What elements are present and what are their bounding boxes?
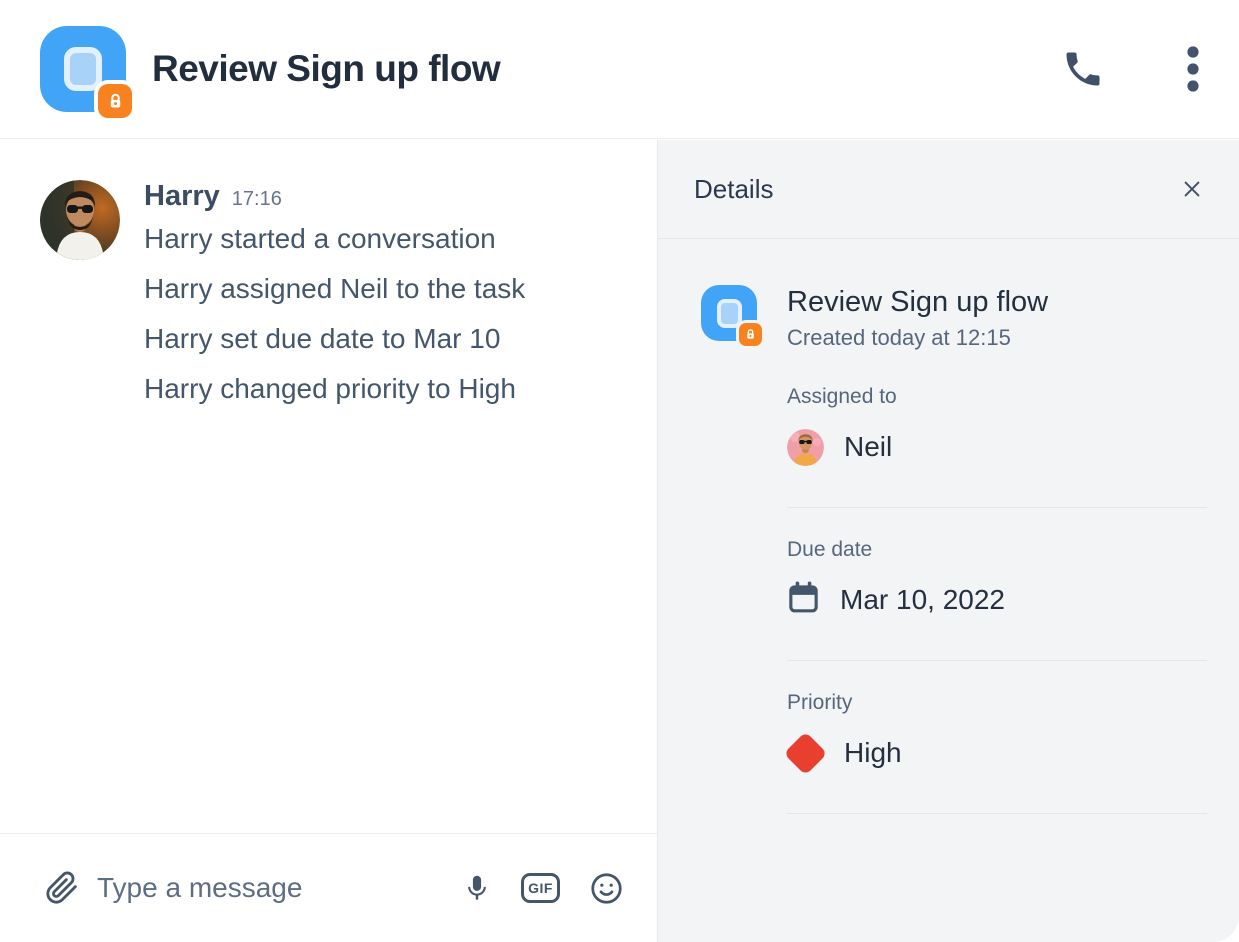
priority-value: High	[844, 737, 902, 769]
lock-badge-icon	[739, 323, 762, 346]
phone-icon[interactable]	[1061, 47, 1105, 91]
close-icon[interactable]	[1181, 178, 1203, 200]
task-app-icon-inner	[717, 299, 742, 328]
due-date-value: Mar 10, 2022	[840, 584, 1005, 616]
details-header: Details	[658, 140, 1239, 239]
task-text: Review Sign up flow Created today at 12:…	[787, 285, 1048, 351]
task-app-icon-small	[701, 285, 757, 341]
message-header: Harry 17:16	[144, 180, 525, 214]
message-composer: GIF	[0, 833, 657, 942]
field-label: Priority	[787, 691, 1207, 715]
details-panel: Details	[657, 140, 1239, 942]
message-timestamp: 17:16	[232, 188, 282, 211]
task-chat-window: Review Sign up flow	[0, 0, 1239, 942]
task-fields: Assigned to	[787, 385, 1207, 814]
field-assigned-to: Assigned to	[787, 385, 1207, 508]
message-list: Harry 17:16 Harry started a conversation…	[0, 140, 657, 833]
composer-actions: GIF	[463, 869, 623, 907]
gif-icon[interactable]: GIF	[521, 873, 560, 903]
avatar-harry	[40, 180, 120, 260]
paperclip-icon[interactable]	[45, 871, 79, 905]
field-label: Assigned to	[787, 385, 1207, 409]
microphone-icon[interactable]	[463, 869, 491, 907]
page-title: Review Sign up flow	[152, 48, 1061, 90]
task-summary: Review Sign up flow Created today at 12:…	[701, 285, 1207, 351]
field-label: Due date	[787, 538, 1207, 562]
task-created-timestamp: Created today at 12:15	[787, 325, 1048, 351]
task-app-icon-inner	[64, 47, 102, 91]
priority-high-diamond-icon	[784, 731, 828, 775]
message-author: Harry	[144, 180, 220, 213]
message-input[interactable]	[97, 872, 463, 904]
message-text: Harry changed priority to High	[144, 364, 525, 414]
chat-panel: Harry 17:16 Harry started a conversation…	[0, 140, 657, 942]
message-text: Harry assigned Neil to the task	[144, 264, 525, 314]
message-text: Harry started a conversation	[144, 214, 525, 264]
header-actions	[1061, 46, 1199, 92]
message-text: Harry set due date to Mar 10	[144, 314, 525, 364]
assignee-row[interactable]: Neil	[787, 425, 1207, 469]
lock-badge-icon	[98, 84, 132, 118]
task-title: Review Sign up flow	[787, 285, 1048, 319]
assignee-name: Neil	[844, 431, 892, 463]
task-app-icon	[40, 26, 126, 112]
avatar-neil	[787, 429, 824, 466]
priority-row[interactable]: High	[787, 731, 1207, 775]
emoji-smile-icon[interactable]	[590, 872, 623, 905]
field-priority: Priority High	[787, 691, 1207, 814]
field-due-date: Due date Mar 10, 2022	[787, 538, 1207, 661]
due-date-row[interactable]: Mar 10, 2022	[787, 578, 1207, 622]
details-body: Review Sign up flow Created today at 12:…	[658, 239, 1239, 814]
calendar-icon	[787, 580, 820, 620]
details-panel-title: Details	[694, 174, 773, 205]
message-group: Harry 17:16 Harry started a conversation…	[144, 180, 525, 833]
window-header: Review Sign up flow	[0, 0, 1239, 139]
kebab-menu-icon[interactable]	[1187, 46, 1199, 92]
